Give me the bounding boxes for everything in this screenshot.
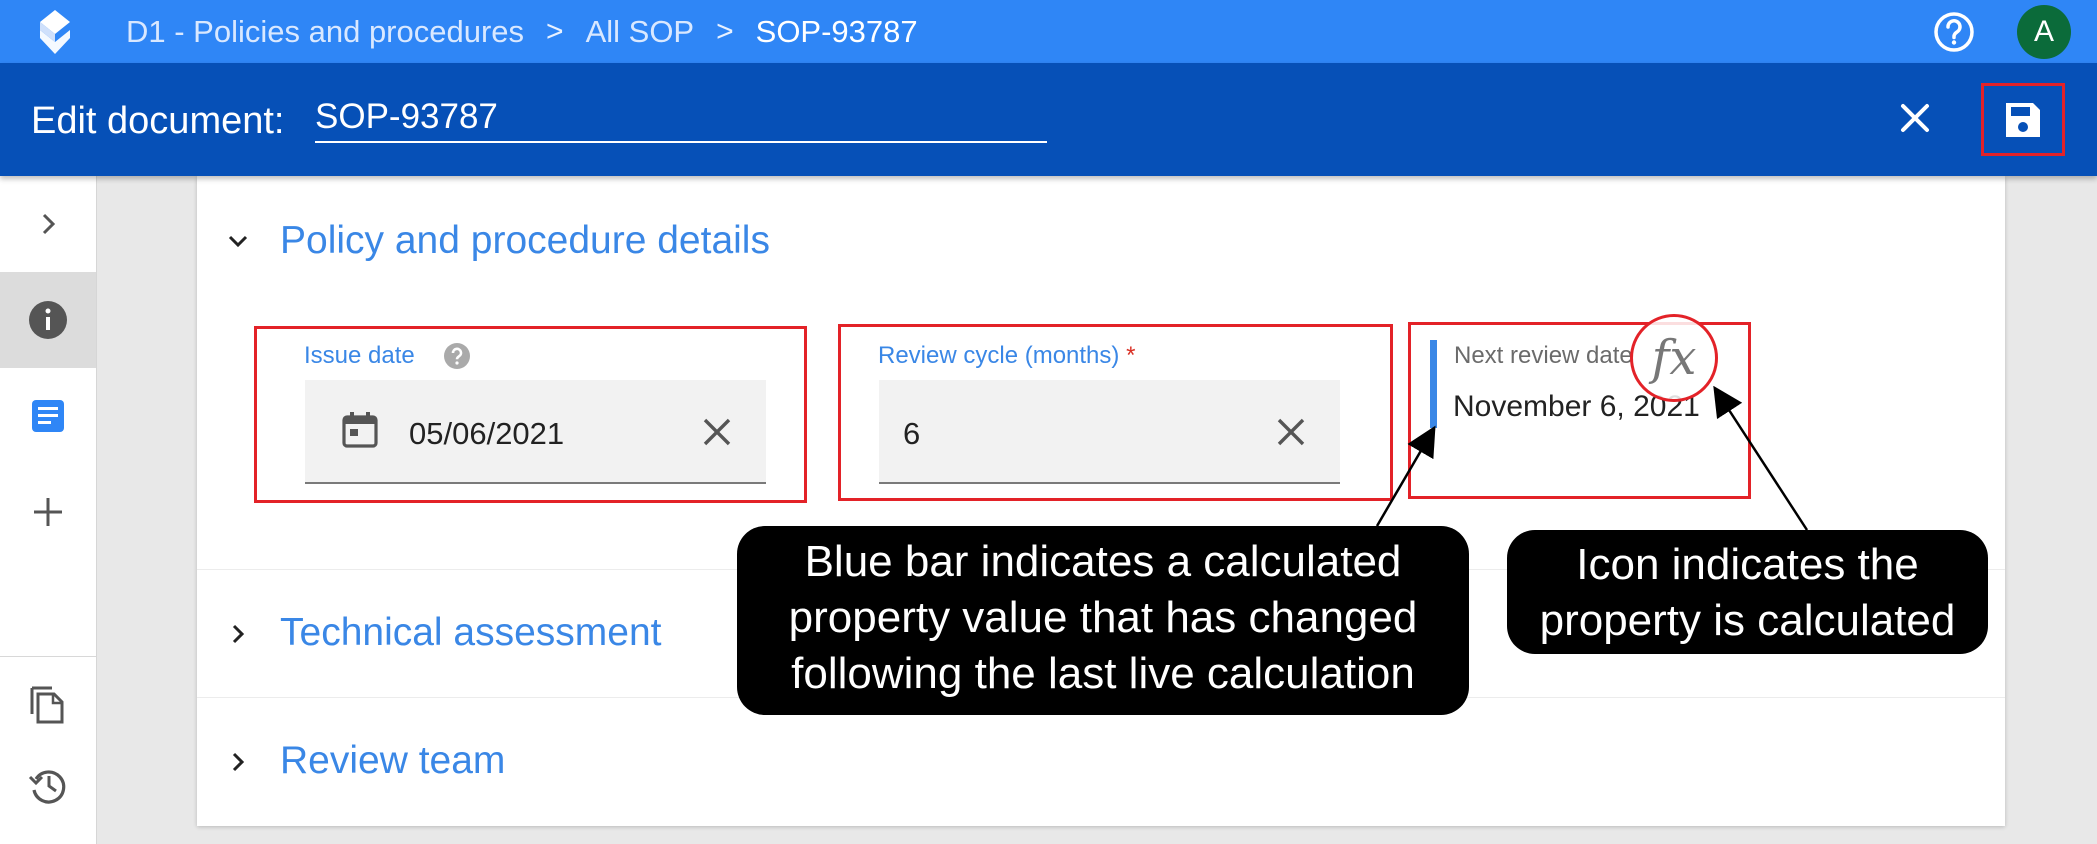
arrow-to-blue-bar	[1375, 425, 1436, 527]
arrow-to-fx-icon	[1713, 385, 1809, 531]
callout-text: Blue bar indicates a calculated	[804, 537, 1402, 586]
callout-text: following the last live calculation	[791, 649, 1415, 698]
callout-text: property value that has changed	[788, 593, 1418, 642]
callout-text: property is calculated	[1539, 596, 1956, 645]
callout-text: Icon indicates the	[1576, 540, 1919, 589]
calc-icon-callout: Icon indicates the property is calculate…	[1507, 530, 1988, 654]
blue-bar-callout: Blue bar indicates a calculated property…	[737, 526, 1469, 715]
annotation-arrows	[1375, 385, 1809, 531]
